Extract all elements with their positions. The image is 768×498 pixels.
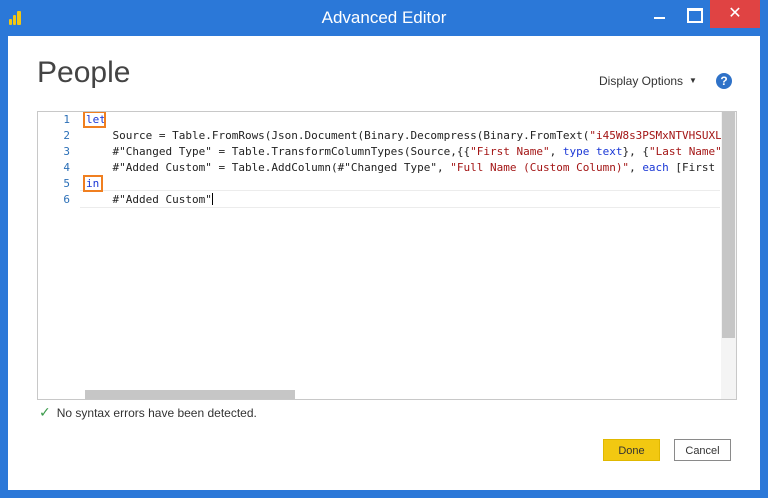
code-line[interactable]: 5 in (38, 176, 718, 192)
line-number: 5 (63, 177, 70, 190)
display-options-label: Display Options (599, 74, 684, 88)
close-button[interactable]: ✕ (710, 0, 760, 28)
maximize-button[interactable] (680, 0, 708, 28)
vertical-scrollbar[interactable] (721, 112, 736, 399)
code-line[interactable]: 3 #"Changed Type" = Table.TransformColum… (38, 144, 736, 160)
checkmark-icon: ✓ (39, 404, 51, 420)
text-cursor (211, 193, 213, 205)
maximize-icon (687, 8, 703, 23)
syntax-status: ✓ No syntax errors have been detected. (39, 404, 257, 421)
help-icon[interactable]: ? (716, 73, 732, 89)
code-text: #"Added Custom" (86, 193, 213, 206)
line-number: 1 (63, 113, 70, 126)
horizontal-scroll-thumb[interactable] (85, 390, 295, 399)
editor-dialog: People Display Options ▼ ? 1 let 2 Source =… (8, 36, 760, 490)
line-number: 4 (63, 161, 70, 174)
minimize-button[interactable] (646, 0, 674, 28)
page-title: People (37, 56, 131, 89)
chevron-down-icon: ▼ (689, 76, 697, 85)
code-text: Source = Table.FromRows(Json.Document(Bi… (86, 129, 736, 142)
code-text: #"Changed Type" = Table.TransformColumnT… (86, 145, 736, 158)
code-line[interactable]: 1 let (38, 112, 718, 128)
highlight-box-in (83, 175, 103, 192)
line-number: 3 (63, 145, 70, 158)
line-number: 2 (63, 129, 70, 142)
code-line[interactable]: 6 #"Added Custom" (38, 192, 718, 208)
minimize-icon (654, 17, 665, 19)
line-number: 6 (63, 193, 70, 206)
code-editor[interactable]: 1 let 2 Source = Table.FromRows(Json.Docum… (37, 111, 737, 400)
code-line[interactable]: 2 Source = Table.FromRows(Json.Document(… (38, 128, 736, 144)
vertical-scroll-thumb[interactable] (722, 112, 735, 338)
status-message: No syntax errors have been detected. (56, 406, 257, 420)
code-line[interactable]: 4 #"Added Custom" = Table.AddColumn(#"Ch… (38, 160, 736, 176)
cancel-button[interactable]: Cancel (674, 439, 731, 461)
highlight-box-let (83, 112, 106, 128)
advanced-editor-window: Advanced Editor ✕ People Display Options… (0, 0, 768, 498)
code-text: #"Added Custom" = Table.AddColumn(#"Chan… (86, 161, 736, 174)
title-bar[interactable]: Advanced Editor ✕ (0, 0, 768, 36)
display-options-dropdown[interactable]: Display Options ▼ (599, 74, 697, 88)
close-icon: ✕ (728, 5, 742, 22)
done-button[interactable]: Done (603, 439, 660, 461)
